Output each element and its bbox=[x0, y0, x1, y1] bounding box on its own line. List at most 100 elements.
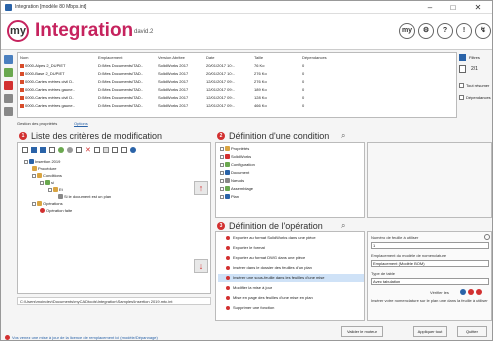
condition-item[interactable]: SolidWorks bbox=[220, 154, 251, 160]
help-button[interactable]: ? bbox=[437, 23, 453, 39]
copy-icon[interactable] bbox=[49, 147, 55, 153]
delete-icon[interactable]: ✕ bbox=[85, 146, 91, 154]
table-row[interactable]: 0000-Base 2_DUPIET D:\Mes Documents\TAD..… bbox=[18, 70, 456, 77]
condition-item[interactable]: Nœuds bbox=[220, 178, 244, 184]
help-circle-icon[interactable] bbox=[484, 234, 490, 240]
page-icon[interactable] bbox=[459, 65, 466, 73]
table-row[interactable]: 0000-Cartes mètres civil D.. D:\Mes Docum… bbox=[18, 94, 456, 101]
move-up-button[interactable]: ↑ bbox=[194, 181, 208, 195]
condition-item[interactable]: Assemblage bbox=[220, 186, 253, 192]
dependencies-checkbox[interactable] bbox=[459, 95, 464, 100]
condition-item[interactable]: Plan bbox=[220, 194, 239, 200]
operation-icon bbox=[226, 235, 230, 240]
new-icon[interactable] bbox=[22, 147, 28, 153]
app-header: my Integration david.2 my ⚙ ? ! ↯ bbox=[1, 14, 492, 50]
table-row[interactable]: 0000-Cartes mètres gaune.. D:\Mes Documen… bbox=[18, 86, 456, 93]
operation-item[interactable]: Exporter au format DWG dans une pièce bbox=[226, 254, 305, 262]
count-label: 2/1 bbox=[471, 66, 478, 72]
table-row[interactable]: 0000-Cartes mètres civil D.. D:\Mes Docum… bbox=[18, 78, 456, 85]
table-cell: 0000-Base 2_DUPIET bbox=[20, 70, 96, 77]
move-up-icon[interactable] bbox=[4, 94, 13, 103]
operation-item[interactable]: Insérer dans le dossier des feuilles d'u… bbox=[226, 264, 312, 272]
search-condition-icon[interactable]: ⌕ bbox=[341, 131, 345, 141]
operation-item[interactable]: Exporter au format SolidWorks dans une p… bbox=[226, 234, 316, 242]
operation-item[interactable]: Insérer une sous-feuille dans les feuill… bbox=[218, 274, 364, 282]
table-cell: 0 bbox=[302, 95, 305, 100]
tree-item-procedure[interactable]: Procédure bbox=[32, 166, 56, 172]
cut-icon[interactable] bbox=[94, 147, 100, 153]
tree-item-conditions[interactable]: Conditions bbox=[32, 173, 62, 179]
table-cell: D:\Mes Documents\TAD.. bbox=[98, 79, 144, 84]
apply-all-button[interactable]: Appliquer tout bbox=[413, 326, 447, 337]
tree-item-operations[interactable]: Opérations bbox=[32, 201, 63, 207]
table-cell: 189 Ko bbox=[254, 87, 267, 92]
condition-item[interactable]: Propriétés bbox=[220, 146, 249, 152]
my-cad-button[interactable]: my bbox=[399, 23, 415, 39]
col-date[interactable]: Date bbox=[206, 54, 252, 61]
table-cell: D:\Mes Documents\TAD.. bbox=[98, 71, 144, 76]
table-cell: 0000-Alpes 2_DUPIET bbox=[20, 62, 96, 69]
col-location[interactable]: Emplacement bbox=[98, 54, 156, 61]
settings-button[interactable]: ⚙ bbox=[418, 23, 434, 39]
table-type-select[interactable]: Avec tabulation bbox=[371, 278, 489, 285]
add-folder-icon[interactable] bbox=[4, 68, 13, 77]
table-cell: 0 bbox=[302, 87, 305, 92]
tab-properties[interactable]: Gestion des propriétés bbox=[17, 121, 57, 126]
summary-checkbox[interactable] bbox=[459, 83, 464, 88]
view-red-icon[interactable] bbox=[468, 289, 474, 295]
tree-item-root[interactable]: Insertion 2019 bbox=[24, 159, 60, 165]
operation-panel-title: Définition de l'opération bbox=[229, 221, 323, 231]
power-button[interactable]: ↯ bbox=[475, 23, 491, 39]
table-row[interactable]: 0000-Cartes mètres gaune.. D:\Mes Documen… bbox=[18, 102, 456, 109]
operation-item[interactable]: Mise en page des feuilles d'une mise en … bbox=[226, 294, 313, 302]
save-as-icon[interactable] bbox=[40, 147, 46, 153]
validate-button[interactable]: Valider le moteur bbox=[341, 326, 383, 337]
sheet-number-field[interactable]: 1 bbox=[371, 242, 489, 249]
tree-item-si[interactable]: si bbox=[40, 180, 54, 186]
operation-item[interactable]: Exporter le format bbox=[226, 244, 265, 252]
move-down-button[interactable]: ↓ bbox=[194, 259, 208, 273]
condition-item[interactable]: Configuration bbox=[220, 162, 255, 168]
close-button[interactable]: ✕ bbox=[469, 2, 487, 13]
operation-item[interactable]: Supprimer une fonction bbox=[226, 304, 274, 312]
filter-tree-icon[interactable] bbox=[103, 147, 109, 153]
filter-icon[interactable] bbox=[459, 54, 466, 61]
expand-icon[interactable] bbox=[112, 147, 118, 153]
template-location-field[interactable]: Emplacement (Modèle BOM) bbox=[371, 260, 489, 267]
paste-icon[interactable] bbox=[76, 147, 82, 153]
view-blue-icon[interactable] bbox=[460, 289, 466, 295]
minimize-button[interactable]: – bbox=[421, 2, 439, 13]
tree-item-operation[interactable]: Opération faite bbox=[40, 208, 72, 214]
remove-icon[interactable] bbox=[4, 81, 13, 90]
view-red2-icon[interactable] bbox=[476, 289, 482, 295]
maximize-button[interactable]: □ bbox=[444, 2, 462, 13]
quit-button[interactable]: Quitter bbox=[457, 326, 487, 337]
table-cell: 0 bbox=[302, 103, 305, 108]
save-icon[interactable] bbox=[31, 147, 37, 153]
col-size[interactable]: Taille bbox=[254, 54, 300, 61]
add-icon[interactable] bbox=[58, 147, 64, 153]
col-version[interactable]: Version Abritee bbox=[158, 54, 204, 61]
operation-icon bbox=[226, 255, 230, 260]
help-tree-icon[interactable] bbox=[130, 147, 136, 153]
operation-icon bbox=[226, 305, 230, 310]
add-file-icon[interactable] bbox=[4, 55, 13, 64]
table-row[interactable]: 0000-Alpes 2_DUPIET D:\Mes Documents\TAD.… bbox=[18, 62, 456, 69]
tree-item-condition[interactable]: Si le document est un plan bbox=[58, 194, 111, 200]
tab-options[interactable]: Options bbox=[74, 121, 88, 126]
operation-item[interactable]: Modifier la mise à jour bbox=[226, 284, 272, 292]
table-cell: 20/01/2017 10:.. bbox=[206, 63, 235, 68]
condition-item[interactable]: Document bbox=[220, 170, 249, 176]
search-operation-icon[interactable]: ⌕ bbox=[341, 221, 345, 231]
col-name[interactable]: Nom bbox=[20, 54, 96, 61]
tree-item-et[interactable]: Et bbox=[48, 187, 63, 193]
move-down-icon[interactable] bbox=[4, 107, 13, 116]
footer-info[interactable]: Vos venez une mise à jour de la licence … bbox=[12, 335, 158, 340]
info-button[interactable]: ! bbox=[456, 23, 472, 39]
col-dependencies[interactable]: Dépendances bbox=[302, 54, 362, 61]
table-cell: 0000-Cartes mètres civil D.. bbox=[20, 94, 96, 101]
table-cell: 0 bbox=[302, 63, 305, 68]
app-window: Integration [modèle 80 Mbps.int] – □ ✕ m… bbox=[0, 0, 493, 341]
refresh-icon[interactable] bbox=[67, 147, 73, 153]
collapse-icon[interactable] bbox=[121, 147, 127, 153]
